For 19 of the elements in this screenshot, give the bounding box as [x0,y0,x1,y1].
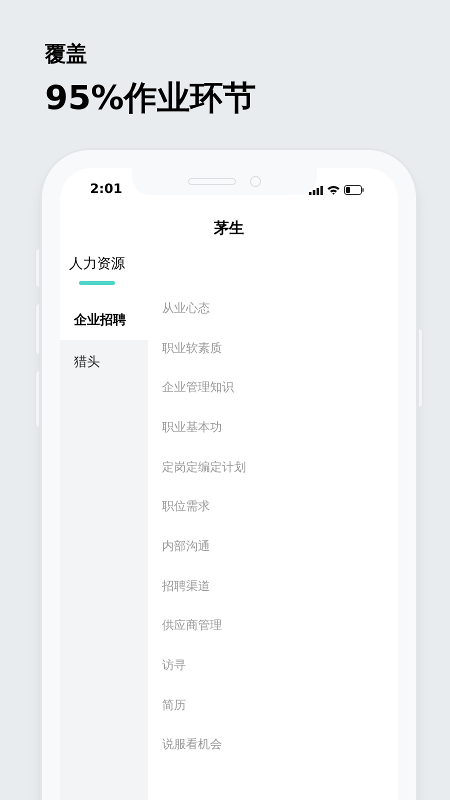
status-time: 2:01 [90,181,122,200]
topic-item[interactable]: 供应商管理 [162,616,222,634]
topic-item[interactable]: 定岗定编定计划 [162,458,246,476]
sidebar-item[interactable]: 企业招聘 [60,293,148,340]
headline-title: 95%作业环节 [45,77,256,119]
screen-title: 茅生 [214,218,244,239]
topic-item[interactable]: 内部沟通 [162,536,210,555]
sidebar-item[interactable]: 猎头 [60,340,148,385]
topic-item[interactable]: 招聘渠道 [162,576,210,595]
topic-item[interactable]: 从业心态 [162,298,210,317]
topic-item[interactable]: 职位需求 [162,497,210,516]
category-tab[interactable]: 人力资源 [69,254,125,275]
topic-item[interactable]: 说服看机会 [162,735,222,754]
topic-item[interactable]: 访寻 [162,656,186,674]
topic-item[interactable]: 企业管理知识 [162,378,234,396]
topic-item[interactable]: 职业基本功 [162,418,222,436]
headline-subtitle: 覆盖 [45,41,87,68]
topic-item[interactable]: 简历 [162,696,186,714]
topic-item[interactable]: 职业软素质 [162,338,222,357]
